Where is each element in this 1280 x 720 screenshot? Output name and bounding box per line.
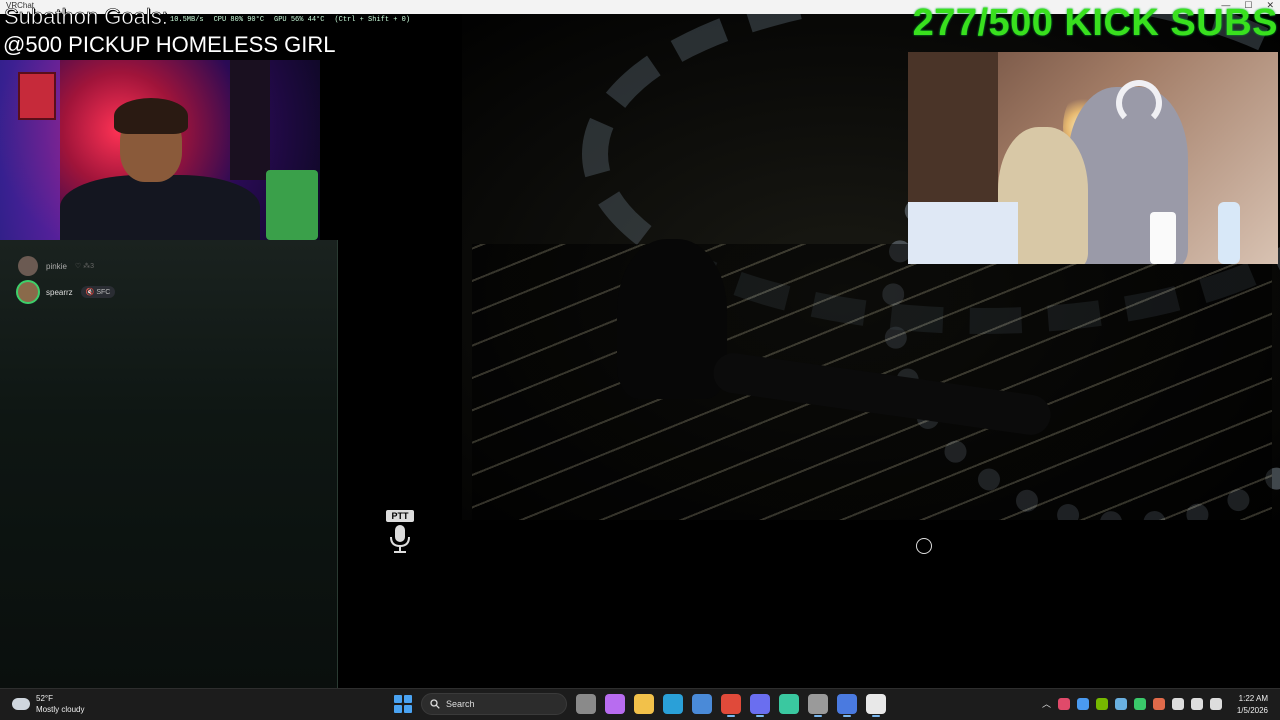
file-explorer-icon[interactable]: [634, 694, 654, 714]
microphone-icon: [390, 525, 410, 553]
webcam-cup: [266, 170, 318, 240]
taskbar: 52°F Mostly cloudy Search ︿ 1:22 AM 1/5/…: [0, 688, 1280, 720]
volume-icon[interactable]: [1191, 697, 1203, 710]
nvidia-icon[interactable]: [1096, 697, 1108, 710]
weather-condition: Mostly cloudy: [36, 705, 85, 714]
seated-figure: [617, 239, 727, 399]
store-icon[interactable]: [692, 694, 712, 714]
performance-readout: 10.5MB/s CPU 80% 90°C GPU 56% 44°C (Ctrl…: [170, 16, 410, 24]
overlay-side-panel: [0, 240, 338, 688]
avatar: [18, 256, 38, 276]
system-tray: ︿: [1042, 697, 1222, 710]
notes-icon[interactable]: [837, 694, 857, 717]
start-button[interactable]: [394, 695, 412, 713]
voice-user-status: ♡ ⁂3: [74, 263, 95, 270]
battery-icon[interactable]: [1210, 697, 1222, 710]
clock-time: 1:22 AM: [1238, 694, 1268, 703]
steam-icon[interactable]: [1115, 697, 1127, 710]
network-speed: 10.5MB/s: [170, 16, 204, 24]
voice-user-name: pinkie: [46, 261, 67, 271]
obs-icon[interactable]: [808, 694, 828, 717]
chrome-icon[interactable]: [721, 694, 741, 717]
bluetooth-icon[interactable]: [1077, 697, 1089, 710]
search-label: Search: [446, 699, 475, 709]
guest-webcam: [908, 52, 1278, 264]
guest-webcam-paper-roll: [1150, 212, 1176, 264]
voice-user-row[interactable]: pinkie ♡ ⁂3: [18, 256, 115, 276]
webcam-chair: [230, 60, 270, 180]
mic-icon[interactable]: [1153, 697, 1165, 710]
gpu-stat: GPU 56% 44°C: [274, 16, 325, 24]
taskbar-search[interactable]: Search: [421, 693, 567, 715]
streamer-webcam: [0, 60, 320, 240]
system-clock[interactable]: 1:22 AM 1/5/2026: [1237, 693, 1268, 717]
discord-icon[interactable]: [750, 694, 770, 717]
copilot-icon[interactable]: [605, 694, 625, 714]
webcam-poster: [18, 72, 56, 120]
search-icon: [430, 699, 440, 709]
taskbar-center: Search: [394, 693, 886, 717]
voice-user-list: pinkie ♡ ⁂3 spearrz 🔇 SFC: [18, 256, 116, 302]
discord-tray-icon[interactable]: [1058, 697, 1070, 710]
cpu-stat: CPU 80% 90°C: [213, 16, 265, 24]
cursor-indicator: [916, 538, 932, 554]
guest-webcam-monitor: [908, 202, 1018, 264]
spotify-icon[interactable]: [779, 694, 799, 714]
task-view-icon[interactable]: [576, 694, 596, 714]
kick-subs-counter: 277/500 KICK SUBS: [912, 2, 1278, 44]
subathon-goals-title: Subathon Goals:: [4, 4, 169, 30]
voice-user-tag: 🔇 SFC: [80, 286, 116, 298]
vrchat-icon[interactable]: [866, 694, 886, 717]
clock-date: 1/5/2026: [1236, 706, 1268, 715]
avatar: [18, 282, 38, 302]
hotkey-hint: (Ctrl + Shift + 0): [334, 16, 411, 24]
subathon-goal-line: @500 PICKUP HOMELESS GIRL: [3, 32, 336, 57]
webcam-person-hair: [114, 98, 188, 134]
voice-user-row[interactable]: spearrz 🔇 SFC: [18, 282, 116, 302]
headset-icon: [1116, 80, 1162, 126]
cloud-icon: [12, 698, 30, 710]
webcam-person-shirt: [60, 175, 260, 240]
security-icon[interactable]: [1134, 697, 1146, 710]
guest-webcam-bottle: [1218, 202, 1240, 264]
network-icon[interactable]: [1172, 697, 1184, 710]
ptt-label: PTT: [386, 510, 414, 522]
chevron-up-icon[interactable]: ︿: [1042, 697, 1051, 710]
push-to-talk-indicator: PTT: [386, 510, 414, 554]
weather-temp: 52°F: [36, 694, 53, 703]
weather-widget[interactable]: 52°F Mostly cloudy: [12, 693, 84, 715]
edge-icon[interactable]: [663, 694, 683, 714]
voice-user-name: spearrz: [46, 287, 73, 297]
